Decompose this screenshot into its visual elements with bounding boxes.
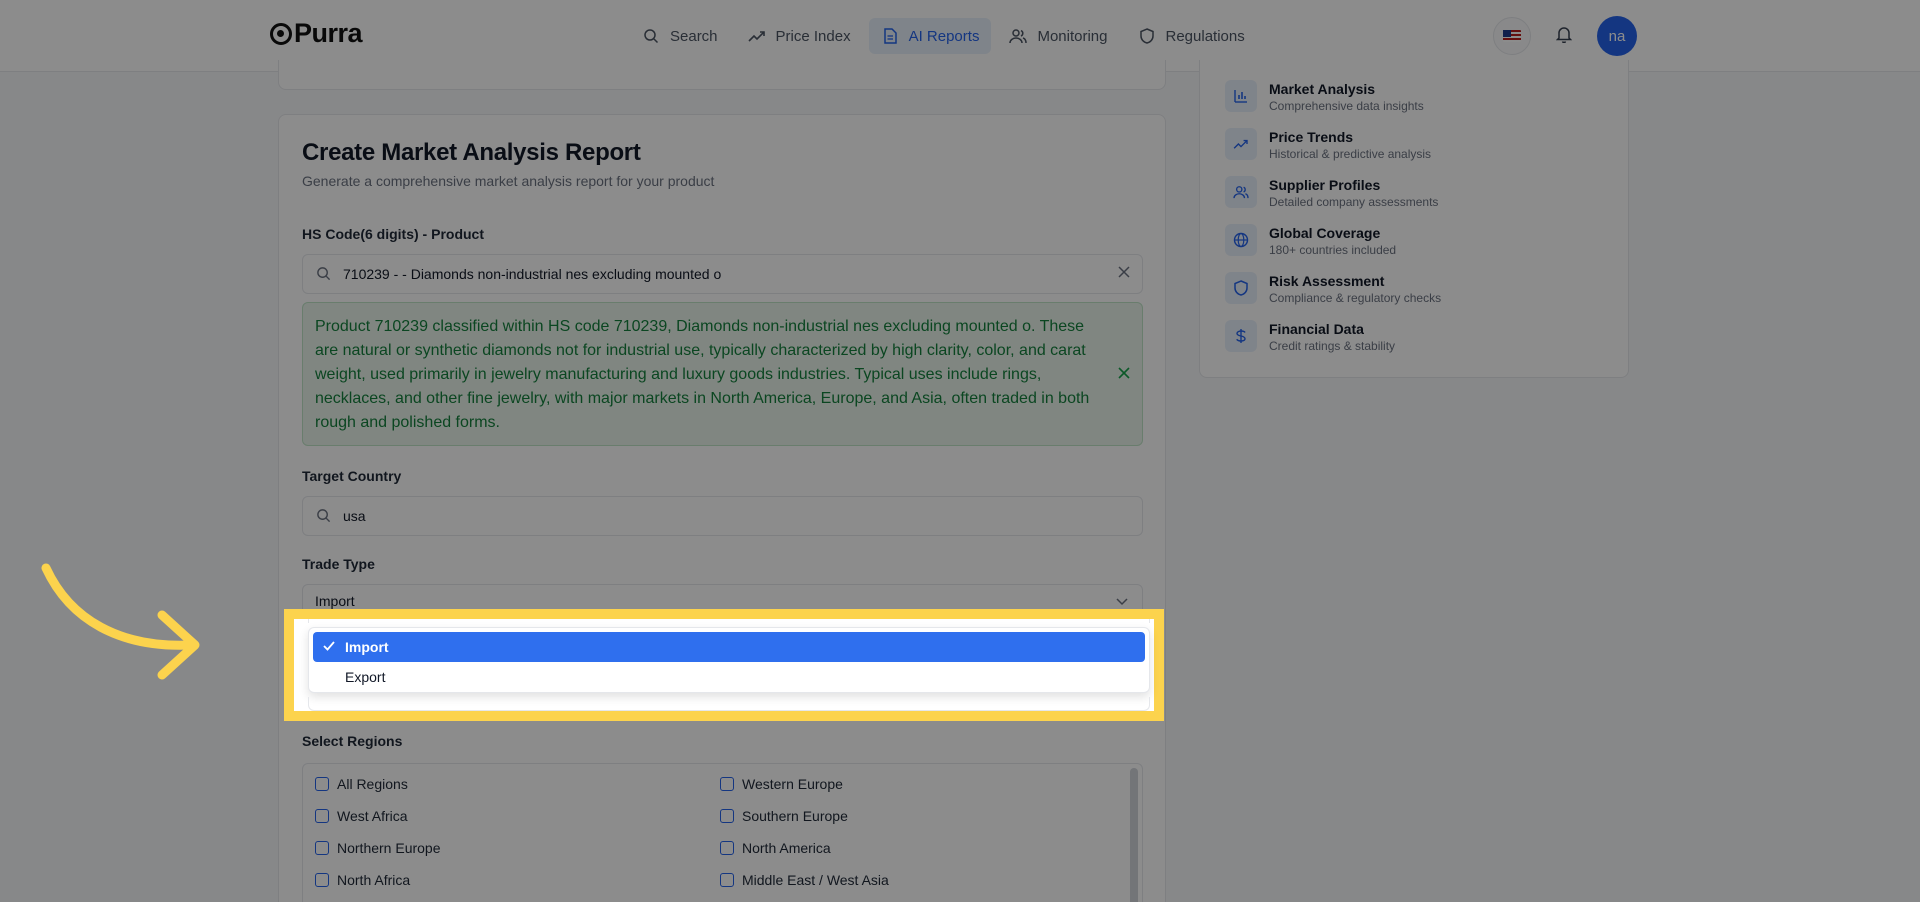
trade-option-import[interactable]: Import <box>313 632 1145 662</box>
modal-overlay <box>0 0 1920 902</box>
trade-option-export[interactable]: Export <box>313 662 1145 692</box>
select-edge <box>308 619 1150 623</box>
check-icon <box>322 639 336 656</box>
trade-option-label: Import <box>345 639 389 655</box>
pointer-arrow-icon <box>41 563 200 680</box>
select-edge <box>308 697 1150 711</box>
trade-type-dropdown: Import Export <box>308 627 1150 693</box>
trade-option-label: Export <box>345 669 386 685</box>
dropdown-highlight: Import Export <box>284 609 1164 721</box>
